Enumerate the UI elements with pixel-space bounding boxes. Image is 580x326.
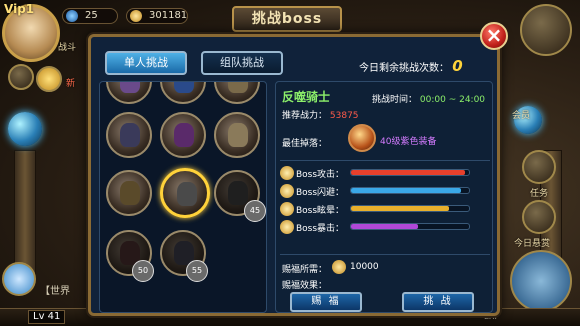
bless-cost-label: 赐福所需： bbox=[282, 265, 328, 275]
bless-cost-value: 10000 bbox=[350, 262, 379, 272]
time-value: 00:00 ~ 24:00 bbox=[419, 95, 486, 105]
stat-label: Boss攻击： bbox=[296, 170, 345, 180]
boss-slot-selected[interactable] bbox=[160, 168, 210, 218]
boss-slot[interactable] bbox=[106, 82, 152, 104]
bless-effect-label: 赐福效果： bbox=[282, 281, 328, 291]
attack-arrow-icon[interactable] bbox=[510, 250, 572, 312]
map-icon[interactable] bbox=[520, 4, 572, 56]
boss-detail-panel: 反噬骑士 挑战时间： 00:00 ~ 24:00 推荐战力： 53875 最佳掉… bbox=[275, 81, 493, 313]
boss-slot[interactable] bbox=[106, 112, 152, 158]
boss-portrait bbox=[228, 181, 248, 205]
boss-portrait bbox=[174, 82, 194, 93]
side-label: 战斗 bbox=[58, 43, 77, 53]
divider bbox=[280, 254, 490, 255]
coin-counter: 301181 bbox=[126, 8, 188, 24]
player-level: Lv 41 bbox=[28, 310, 66, 324]
chat-icon[interactable] bbox=[2, 262, 36, 296]
remaining-label: 今日剩余挑战次数： bbox=[359, 63, 449, 74]
close-icon[interactable]: × bbox=[480, 22, 508, 50]
coin-icon bbox=[130, 10, 142, 22]
stat-bar bbox=[350, 169, 470, 176]
right-label-task: 任务 bbox=[530, 189, 549, 199]
boss-grid: 45 50 55 bbox=[99, 81, 267, 313]
drop-text: 40级紫色装备 bbox=[380, 137, 437, 147]
stat-fill bbox=[351, 188, 461, 193]
boss-portrait bbox=[120, 82, 140, 93]
stat-attack: Boss攻击： bbox=[280, 166, 490, 180]
bless-button[interactable]: 赐 福 bbox=[290, 292, 362, 312]
bounty-icon[interactable] bbox=[522, 200, 556, 234]
boss-portrait bbox=[120, 181, 140, 205]
stat-bar bbox=[350, 205, 470, 212]
lock-icon: 50 bbox=[132, 260, 154, 282]
boss-name: 反噬骑士 bbox=[282, 90, 331, 104]
stat-fill bbox=[351, 206, 449, 211]
remaining-attempts: 今日剩余挑战次数： 0 bbox=[359, 57, 463, 75]
stat-bar bbox=[350, 223, 470, 230]
time-label: 挑战时间： bbox=[372, 95, 418, 105]
page-title: 挑战boss bbox=[232, 6, 342, 32]
stat-label: Boss闪避： bbox=[296, 188, 345, 198]
tab-solo-challenge[interactable]: 单人挑战 bbox=[105, 51, 187, 75]
power-label: 推荐战力： bbox=[282, 111, 328, 121]
stat-stun: Boss眩晕： bbox=[280, 202, 490, 216]
side-label-new: 新 bbox=[66, 79, 76, 89]
right-label-bounty: 今日悬赏 bbox=[514, 239, 551, 249]
remaining-count: 0 bbox=[452, 57, 463, 75]
gem-counter: 25 bbox=[62, 8, 118, 24]
vip-badge: Vip1 bbox=[4, 2, 35, 16]
boss-portrait bbox=[228, 123, 248, 147]
crit-icon bbox=[280, 220, 294, 234]
coin-icon bbox=[332, 260, 346, 274]
lock-icon: 45 bbox=[244, 200, 266, 222]
boss-challenge-dialog: 单人挑战 组队挑战 今日剩余挑战次数： 0 45 50 55 反噬骑士 挑战时间… bbox=[88, 34, 500, 316]
divider bbox=[280, 160, 490, 161]
gem-count: 25 bbox=[85, 10, 98, 21]
challenge-button[interactable]: 挑 战 bbox=[402, 292, 474, 312]
recommended-power: 推荐战力： 53875 bbox=[282, 108, 359, 121]
dodge-icon bbox=[280, 184, 294, 198]
stat-dodge: Boss闪避： bbox=[280, 184, 490, 198]
stat-fill bbox=[351, 224, 419, 229]
chat-channel-label[interactable]: 【世界 bbox=[40, 282, 70, 297]
stun-icon bbox=[280, 202, 294, 216]
blue-orb bbox=[8, 112, 42, 146]
boss-slot[interactable] bbox=[160, 112, 206, 158]
stat-bar bbox=[350, 187, 470, 194]
coin-count: 301181 bbox=[149, 10, 188, 21]
exclamation-icon[interactable] bbox=[36, 66, 62, 92]
stat-fill bbox=[351, 170, 466, 175]
stone-pillar bbox=[14, 150, 36, 280]
side-menu-icon[interactable] bbox=[8, 64, 34, 90]
stat-crit: Boss暴击： bbox=[280, 220, 490, 234]
boss-slot[interactable] bbox=[106, 170, 152, 216]
boss-portrait bbox=[120, 123, 140, 147]
challenge-time: 挑战时间： 00:00 ~ 24:00 bbox=[372, 92, 485, 105]
power-value: 53875 bbox=[329, 111, 359, 121]
boss-portrait bbox=[177, 182, 197, 206]
boss-slot[interactable] bbox=[214, 112, 260, 158]
drop-label: 最佳掉落： bbox=[282, 139, 328, 149]
task-icon[interactable] bbox=[522, 150, 556, 184]
equipment-drop-icon[interactable] bbox=[348, 124, 376, 152]
sword-icon bbox=[280, 166, 294, 180]
tab-team-challenge[interactable]: 组队挑战 bbox=[201, 51, 283, 75]
boss-slot[interactable] bbox=[160, 82, 206, 104]
gem-icon bbox=[66, 10, 78, 22]
boss-portrait bbox=[228, 82, 248, 93]
lock-icon: 55 bbox=[186, 260, 208, 282]
stat-label: Boss暴击： bbox=[296, 224, 345, 234]
boss-portrait bbox=[174, 123, 194, 147]
boss-slot[interactable] bbox=[214, 82, 260, 104]
right-label-member: 会员 bbox=[512, 111, 531, 121]
stat-label: Boss眩晕： bbox=[296, 206, 345, 216]
